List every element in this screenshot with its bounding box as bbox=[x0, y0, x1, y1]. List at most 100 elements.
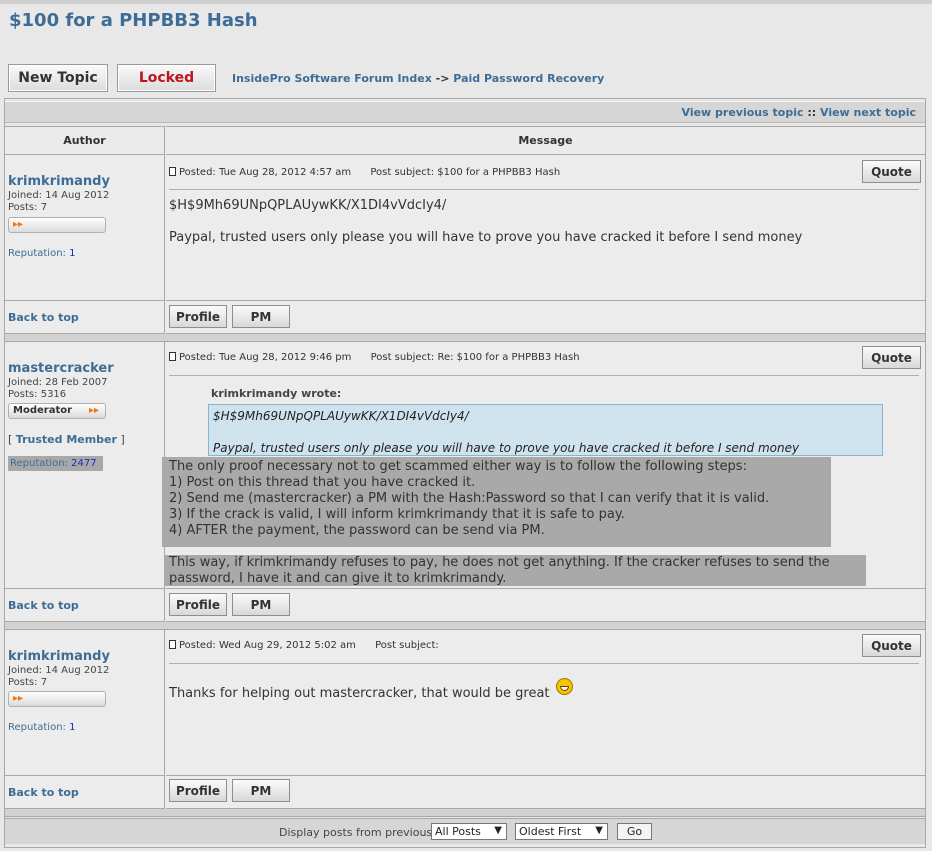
back-to-top-link[interactable]: Back to top bbox=[8, 599, 79, 612]
author-reputation: Reputation: 2477 bbox=[8, 456, 103, 471]
previous-topic-link[interactable]: View previous topic bbox=[682, 106, 804, 119]
new-topic-button[interactable]: New Topic bbox=[8, 64, 108, 92]
author-joined: Joined: 28 Feb 2007 bbox=[8, 377, 108, 389]
rank-bar: ▸▸ bbox=[8, 217, 106, 233]
reputation-value[interactable]: 1 bbox=[69, 722, 75, 733]
posted-date: Tue Aug 28, 2012 9:46 pm bbox=[218, 352, 352, 363]
author-name[interactable]: mastercracker bbox=[8, 361, 114, 376]
post-author-cell: mastercracker Joined: 28 Feb 2007 Posts:… bbox=[5, 342, 165, 589]
author-name[interactable]: krimkrimandy bbox=[8, 174, 110, 189]
reputation-label: Reputation: bbox=[8, 248, 66, 259]
reputation-label: Reputation: bbox=[8, 722, 66, 733]
topic-nav: View previous topic :: View next topic bbox=[5, 101, 925, 123]
post-footer-right: Profile PM bbox=[166, 301, 925, 334]
post-subject: $100 for a PHPBB3 Hash bbox=[437, 167, 561, 178]
reputation-label: Reputation: bbox=[10, 458, 68, 469]
rank-bar: ▸▸ bbox=[8, 691, 106, 707]
quote-line: Paypal, trusted users only please you wi… bbox=[213, 441, 800, 455]
quote-button[interactable]: Quote bbox=[862, 346, 921, 369]
post-header: Posted: Wed Aug 29, 2012 5:02 am Post su… bbox=[169, 640, 439, 651]
post-message-cell: Posted: Tue Aug 28, 2012 4:57 am Post su… bbox=[166, 155, 925, 301]
post-footer-left: Back to top bbox=[5, 589, 165, 622]
post-body-line: 4) AFTER the payment, the password can b… bbox=[169, 523, 545, 538]
order-select[interactable]: Oldest First ▼ bbox=[515, 823, 608, 840]
post-footer-right: Profile PM bbox=[166, 776, 925, 809]
chevron-down-icon: ▼ bbox=[595, 825, 603, 836]
top-border bbox=[0, 0, 932, 4]
post-body-line: 3) If the crack is valid, I will inform … bbox=[169, 507, 625, 522]
post-icon bbox=[169, 167, 176, 176]
period-select[interactable]: All Posts ▼ bbox=[431, 823, 507, 840]
display-posts-label: Display posts from previous: bbox=[279, 826, 436, 839]
trusted-member-label[interactable]: Trusted Member bbox=[16, 433, 117, 446]
post-footer-right: Profile PM bbox=[166, 589, 925, 622]
post-body-line: Thanks for helping out mastercracker, th… bbox=[169, 686, 550, 701]
rank-label: Moderator bbox=[13, 405, 73, 416]
posts-label: Posts: bbox=[8, 202, 38, 213]
post-header: Posted: Tue Aug 28, 2012 9:46 pm Post su… bbox=[169, 352, 580, 363]
post-body-line: Paypal, trusted users only please you wi… bbox=[169, 230, 803, 245]
trusted-member: [ Trusted Member ] bbox=[8, 433, 125, 446]
pm-button[interactable]: PM bbox=[232, 779, 290, 802]
post-message-cell: Posted: Tue Aug 28, 2012 9:46 pm Post su… bbox=[162, 342, 925, 589]
reputation-value[interactable]: 2477 bbox=[71, 458, 96, 469]
breadcrumb-forum-index[interactable]: InsidePro Software Forum Index bbox=[232, 72, 432, 85]
joined-date: 28 Feb 2007 bbox=[45, 377, 108, 388]
pm-button[interactable]: PM bbox=[232, 593, 290, 616]
author-name[interactable]: krimkrimandy bbox=[8, 649, 110, 664]
joined-date: 14 Aug 2012 bbox=[45, 190, 110, 201]
post-divider bbox=[169, 375, 919, 376]
order-select-value: Oldest First bbox=[519, 825, 582, 838]
reputation-value[interactable]: 1 bbox=[69, 248, 75, 259]
post-body-line: 1) Post on this thread that you have cra… bbox=[169, 475, 476, 490]
posts-label: Posts: bbox=[8, 389, 38, 400]
breadcrumb-separator: -> bbox=[435, 72, 450, 85]
posted-date: Wed Aug 29, 2012 5:02 am bbox=[218, 640, 356, 651]
topic-nav-separator: :: bbox=[807, 106, 817, 119]
author-posts: Posts: 7 bbox=[8, 677, 47, 689]
breadcrumb-forum[interactable]: Paid Password Recovery bbox=[453, 72, 604, 85]
author-reputation: Reputation: 1 bbox=[8, 248, 75, 259]
quote-block: $H$9Mh69UNpQPLAUywKK/X1DI4vVdcIy4/ Paypa… bbox=[208, 404, 883, 456]
post-divider bbox=[169, 189, 919, 190]
go-button[interactable]: Go bbox=[617, 823, 652, 840]
rank-bar: Moderator ▸▸ bbox=[8, 403, 106, 419]
display-options-bar: Display posts from previous: All Posts ▼… bbox=[5, 818, 925, 844]
author-header: Author bbox=[5, 126, 165, 155]
subject-label: Post subject: bbox=[375, 640, 439, 651]
back-to-top-link[interactable]: Back to top bbox=[8, 786, 79, 799]
posts-label: Posts: bbox=[8, 677, 38, 688]
back-to-top-link[interactable]: Back to top bbox=[8, 311, 79, 324]
locked-button[interactable]: Locked bbox=[117, 64, 216, 92]
post-footer-left: Back to top bbox=[5, 301, 165, 334]
posted-label: Posted: bbox=[179, 167, 216, 178]
author-posts: Posts: 5316 bbox=[8, 389, 66, 401]
author-joined: Joined: 14 Aug 2012 bbox=[8, 190, 109, 202]
post-body-line: This way, if krimkrimandy refuses to pay… bbox=[169, 555, 830, 570]
quote-line: $H$9Mh69UNpQPLAUywKK/X1DI4vVdcIy4/ bbox=[213, 409, 469, 423]
quote-button[interactable]: Quote bbox=[862, 634, 921, 657]
post-body: Thanks for helping out mastercracker, th… bbox=[169, 678, 573, 702]
quote-button[interactable]: Quote bbox=[862, 160, 921, 183]
posted-label: Posted: bbox=[179, 640, 216, 651]
post-body-line: $H$9Mh69UNpQPLAUywKK/X1DI4vVdcIy4/ bbox=[169, 198, 447, 213]
quote-author: krimkrimandy wrote: bbox=[211, 387, 342, 400]
joined-label: Joined: bbox=[8, 190, 43, 201]
profile-button[interactable]: Profile bbox=[169, 593, 227, 616]
profile-button[interactable]: Profile bbox=[169, 779, 227, 802]
next-topic-link[interactable]: View next topic bbox=[820, 106, 916, 119]
profile-button[interactable]: Profile bbox=[169, 305, 227, 328]
author-joined: Joined: 14 Aug 2012 bbox=[8, 665, 109, 677]
subject-label: Post subject: bbox=[370, 167, 435, 178]
author-posts: Posts: 7 bbox=[8, 202, 47, 214]
post-header: Posted: Tue Aug 28, 2012 4:57 am Post su… bbox=[169, 167, 560, 178]
post-message-cell: Posted: Wed Aug 29, 2012 5:02 am Post su… bbox=[166, 630, 925, 776]
post-subject: Re: $100 for a PHPBB3 Hash bbox=[437, 352, 580, 363]
posts-count: 5316 bbox=[40, 389, 67, 400]
pm-button[interactable]: PM bbox=[232, 305, 290, 328]
page-title[interactable]: $100 for a PHPBB3 Hash bbox=[9, 10, 258, 31]
rank-arrows-icon: ▸▸ bbox=[13, 693, 24, 704]
post-body-line: 2) Send me (mastercracker) a PM with the… bbox=[169, 491, 770, 506]
chevron-down-icon: ▼ bbox=[494, 825, 502, 836]
joined-date: 14 Aug 2012 bbox=[45, 665, 110, 676]
